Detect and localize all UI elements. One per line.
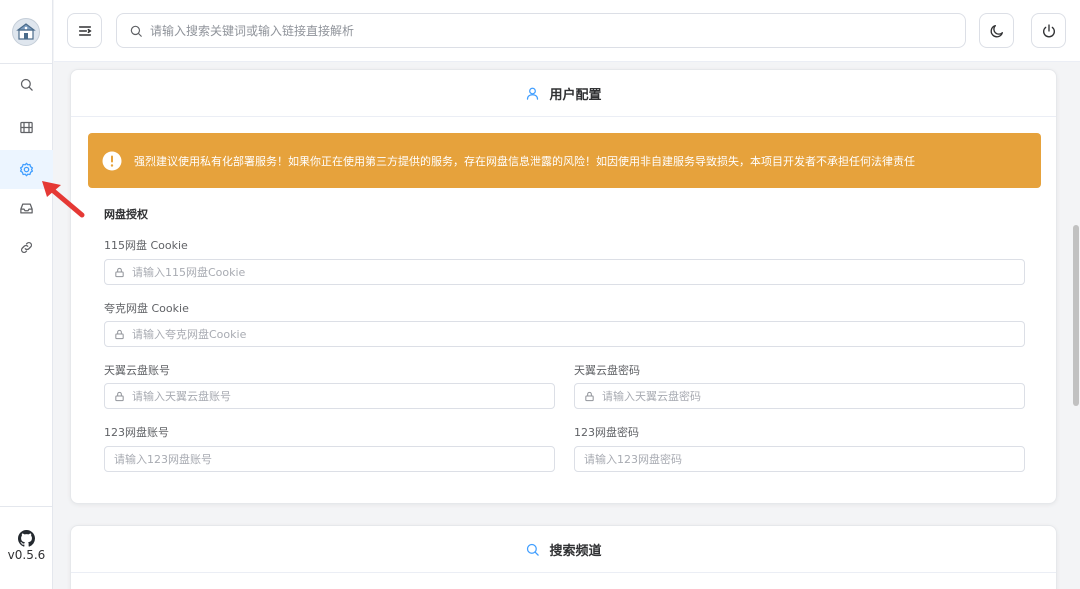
- app-logo[interactable]: [12, 18, 40, 46]
- sidebar-item-cloud-drive[interactable]: [0, 189, 53, 228]
- logout-button[interactable]: [1031, 13, 1066, 48]
- gear-icon: [19, 162, 34, 177]
- alert-text: 强烈建议使用私有化部署服务！如果你正在使用第三方提供的服务，存在网盘信息泄露的风…: [134, 154, 915, 168]
- menu-fold-icon: [78, 25, 92, 36]
- cookie-quark-label: 夸克网盘 Cookie: [104, 302, 189, 315]
- warning-circle-icon: [102, 151, 122, 170]
- lock-icon: [584, 391, 595, 402]
- cookie-115-field[interactable]: [104, 259, 1025, 285]
- pan123-password-field[interactable]: [574, 446, 1025, 472]
- pan123-password-label: 123网盘密码: [574, 426, 639, 439]
- user-icon: [527, 87, 539, 100]
- search-icon: [20, 78, 33, 91]
- section-title: 网盘授权: [104, 208, 148, 221]
- cookie-quark-field[interactable]: [104, 321, 1025, 347]
- tianyi-account-label: 天翼云盘账号: [104, 364, 170, 377]
- app-logo-icon: [16, 23, 36, 40]
- lock-icon: [114, 329, 125, 340]
- user-config-card: 用户配置 强烈建议使用私有化部署服务！如果你正在使用第三方提供的服务，存在网盘信…: [70, 69, 1057, 504]
- menu-toggle-button[interactable]: [67, 13, 102, 48]
- sidebar-divider: [0, 63, 53, 64]
- pan123-password-input[interactable]: [584, 452, 1024, 466]
- card-title: 用户配置: [549, 87, 602, 103]
- tianyi-password-field[interactable]: [574, 383, 1025, 409]
- card-title: 搜索频道: [549, 543, 602, 559]
- version-label: v0.5.6: [7, 548, 46, 562]
- cookie-115-input[interactable]: [132, 265, 1024, 279]
- tianyi-password-label: 天翼云盘密码: [574, 364, 640, 377]
- lock-icon: [114, 267, 125, 278]
- scrollbar-thumb[interactable]: [1073, 225, 1079, 406]
- film-icon: [20, 121, 33, 134]
- moon-icon: [990, 24, 1003, 37]
- search-channels-card: 搜索频道: [70, 525, 1057, 589]
- inbox-icon: [20, 203, 33, 214]
- power-icon: [1042, 23, 1055, 37]
- cookie-quark-input[interactable]: [132, 327, 1024, 341]
- theme-toggle-button[interactable]: [979, 13, 1014, 48]
- top-bar: [54, 0, 1080, 62]
- pan123-account-input[interactable]: [114, 452, 554, 466]
- sidebar-item-settings[interactable]: [0, 150, 53, 189]
- search-input[interactable]: [150, 23, 965, 38]
- sidebar-divider: [0, 506, 53, 507]
- tianyi-password-input[interactable]: [602, 389, 1024, 403]
- card-header: 用户配置: [71, 70, 1056, 117]
- search-icon: [527, 543, 540, 556]
- tianyi-account-input[interactable]: [132, 389, 554, 403]
- card-header: 搜索频道: [71, 526, 1056, 573]
- sidebar-item-search[interactable]: [0, 65, 53, 104]
- sidebar: v0.5.6: [0, 0, 53, 589]
- search-icon: [130, 25, 142, 37]
- sidebar-item-resources[interactable]: [0, 108, 53, 147]
- lock-icon: [114, 391, 125, 402]
- warning-alert: 强烈建议使用私有化部署服务！如果你正在使用第三方提供的服务，存在网盘信息泄露的风…: [88, 133, 1041, 188]
- pan123-account-field[interactable]: [104, 446, 555, 472]
- link-icon: [21, 242, 32, 253]
- github-icon[interactable]: [18, 530, 35, 547]
- cookie-115-label: 115网盘 Cookie: [104, 239, 188, 252]
- global-search[interactable]: [116, 13, 966, 48]
- sidebar-item-links[interactable]: [0, 228, 53, 267]
- tianyi-account-field[interactable]: [104, 383, 555, 409]
- pan123-account-label: 123网盘账号: [104, 426, 169, 439]
